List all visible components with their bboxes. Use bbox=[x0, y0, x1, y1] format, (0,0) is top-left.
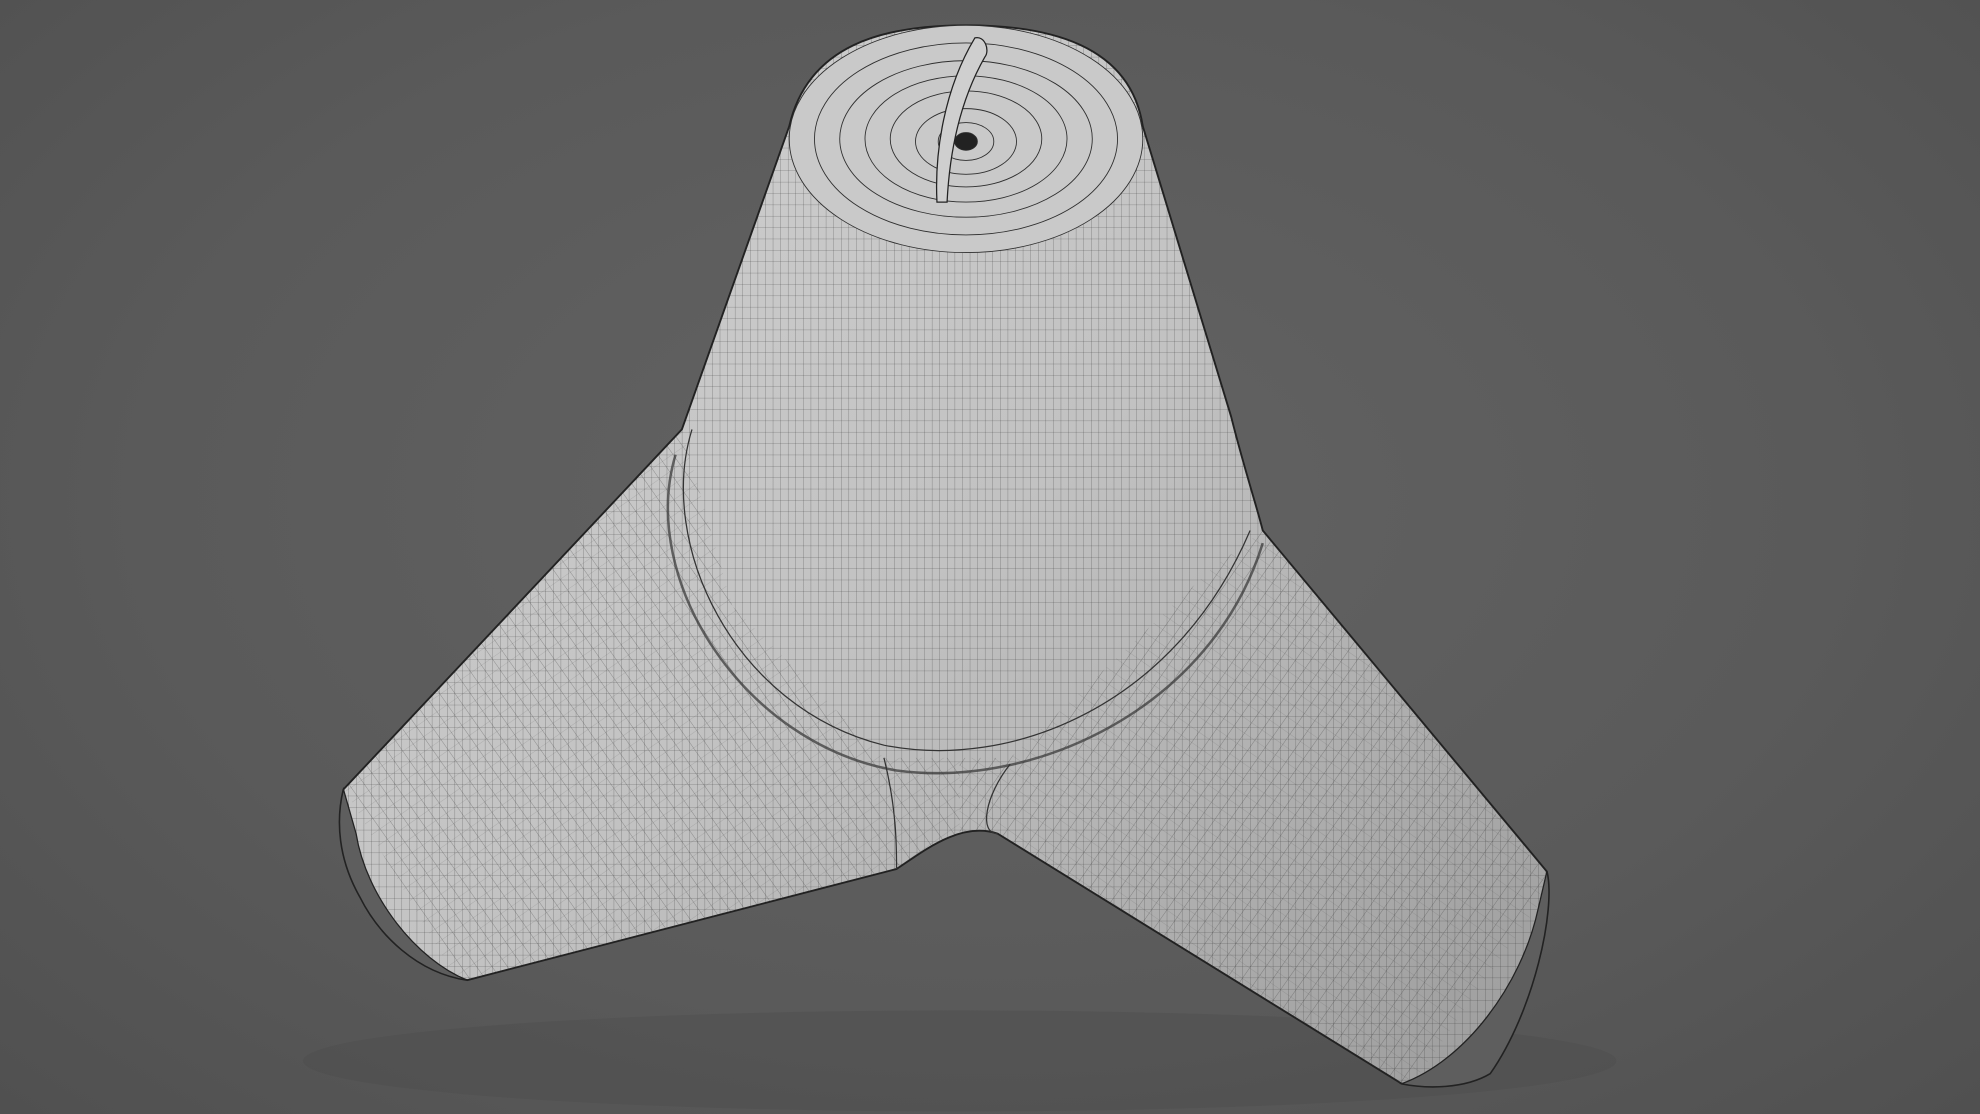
render-viewport bbox=[0, 0, 1980, 1114]
tetrapod-model bbox=[303, 24, 1617, 1112]
